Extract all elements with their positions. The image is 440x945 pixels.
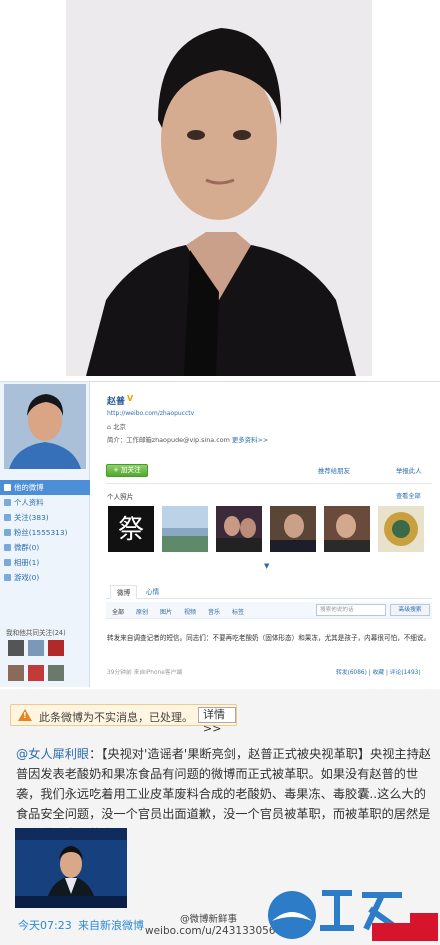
recommend-link[interactable]: 推荐给朋友: [318, 466, 350, 475]
expand-arrow-icon[interactable]: ▼: [264, 562, 269, 570]
profile-location: ⌂ 北京: [107, 423, 126, 431]
follow-avatar[interactable]: [8, 640, 24, 656]
site-logo: [262, 883, 440, 945]
filter-original[interactable]: 原创: [136, 607, 148, 616]
weibo-icon: [4, 484, 11, 491]
profile-url[interactable]: http://weibo.com/zhaopucctv: [107, 410, 194, 417]
content-tabs: 微博 心情: [106, 585, 432, 599]
fans-icon: [4, 529, 11, 536]
photo-thumb[interactable]: [378, 506, 424, 552]
profile-intro: 简介：工作邮箱zhaopude@vip.sina.com 更多资料>>: [107, 436, 269, 444]
filter-music[interactable]: 音乐: [208, 607, 220, 616]
post-author-link[interactable]: @女人犀利眼: [16, 747, 89, 761]
photo-thumb[interactable]: 祭: [108, 506, 154, 552]
sidebar-item-album[interactable]: 相册(1): [0, 555, 90, 570]
album-icon: [4, 559, 11, 566]
sidebar-nav: 他的微博 个人资料 关注(383) 粉丝(1555313) 微群(0) 相册(1…: [0, 480, 90, 585]
following-icon: [4, 514, 11, 521]
photos-view-all-link[interactable]: 查看全部: [396, 491, 421, 500]
photo-thumb[interactable]: [162, 506, 208, 552]
sidebar-item-games[interactable]: 游戏(0): [0, 570, 90, 585]
follow-avatar[interactable]: [8, 665, 24, 681]
watermark-account: @微博新鲜事: [180, 914, 238, 925]
filter-image[interactable]: 图片: [160, 607, 172, 616]
video-thumbnail[interactable]: [15, 828, 127, 908]
tab-mood[interactable]: 心情: [140, 585, 165, 599]
profile-post-text: 转发来自调查记者的短信。同志们：不要再吃老酸奶（固体形态）和果冻，尤其是孩子，内…: [107, 634, 431, 642]
v-badge-icon: V: [127, 394, 134, 403]
svg-text:祭: 祭: [118, 515, 144, 545]
follow-avatar[interactable]: [28, 640, 44, 656]
user-icon: [4, 499, 11, 506]
group-icon: [4, 544, 11, 551]
follow-avatar[interactable]: [48, 665, 64, 681]
weibo-post: ! 此条微博为不实消息，已处理。 详情>> @女人犀利眼：【央视对'造谣者'果断…: [0, 689, 440, 945]
avatar[interactable]: [4, 384, 86, 469]
post-time[interactable]: 今天07:23: [18, 917, 72, 933]
common-follow-title: 我和他共同关注(24): [6, 629, 66, 637]
profile-search-input[interactable]: 搜索他说的话: [316, 604, 386, 616]
profile-name[interactable]: 赵普: [107, 394, 125, 407]
follow-button[interactable]: + 加关注: [106, 464, 148, 477]
follow-avatar[interactable]: [48, 640, 64, 656]
photo-thumb[interactable]: [216, 506, 262, 552]
report-link[interactable]: 举报此人: [396, 466, 422, 475]
weibo-profile-page: 他的微博 个人资料 关注(383) 粉丝(1555313) 微群(0) 相册(1…: [0, 381, 440, 687]
sidebar-item-profile[interactable]: 个人资料: [0, 495, 90, 510]
tab-weibo[interactable]: 微博: [110, 585, 138, 599]
profile-post-meta: 39分钟前 来自iPhone客户端: [107, 670, 183, 676]
profile-post-actions[interactable]: 转发(6086) | 收藏 | 评论(1493): [336, 667, 421, 676]
photo-thumb[interactable]: [270, 506, 316, 552]
filter-all[interactable]: 全部: [112, 607, 124, 616]
photo-thumb[interactable]: [324, 506, 370, 552]
rumor-warning-banner: ! 此条微博为不实消息，已处理。 详情>>: [10, 704, 237, 735]
warning-text: 此条微博为不实消息，已处理。: [39, 711, 193, 724]
more-info-link[interactable]: 更多资料>>: [232, 436, 268, 444]
advanced-search-button[interactable]: 高级搜索: [390, 604, 430, 616]
profile-main: 赵普 V http://weibo.com/zhaopucctv ⌂ 北京 简介…: [98, 382, 438, 687]
post-text: ：【央视对'造谣者'果断亮剑，赵普正式被央视革职】央视主持赵普因发表老酸奶和果冻…: [16, 747, 431, 841]
profile-sidebar: 他的微博 个人资料 关注(383) 粉丝(1555313) 微群(0) 相册(1…: [0, 382, 90, 687]
sidebar-item-fans[interactable]: 粉丝(1555313): [0, 525, 90, 540]
common-follow-grid: [8, 640, 84, 690]
follow-avatar[interactable]: [28, 665, 44, 681]
sidebar-item-groups[interactable]: 微群(0): [0, 540, 90, 555]
post-source[interactable]: 来自新浪微博: [78, 917, 144, 933]
divider: [106, 483, 432, 484]
sidebar-item-my-weibo[interactable]: 他的微博: [0, 480, 90, 495]
warning-details-link[interactable]: 详情>>: [198, 707, 236, 735]
game-icon: [4, 574, 11, 581]
sidebar-item-following[interactable]: 关注(383): [0, 510, 90, 525]
filter-tag[interactable]: 标签: [232, 607, 244, 616]
portrait-photo: [66, 0, 372, 376]
photos-title: 个人照片: [107, 493, 134, 501]
filter-video[interactable]: 视频: [184, 607, 196, 616]
